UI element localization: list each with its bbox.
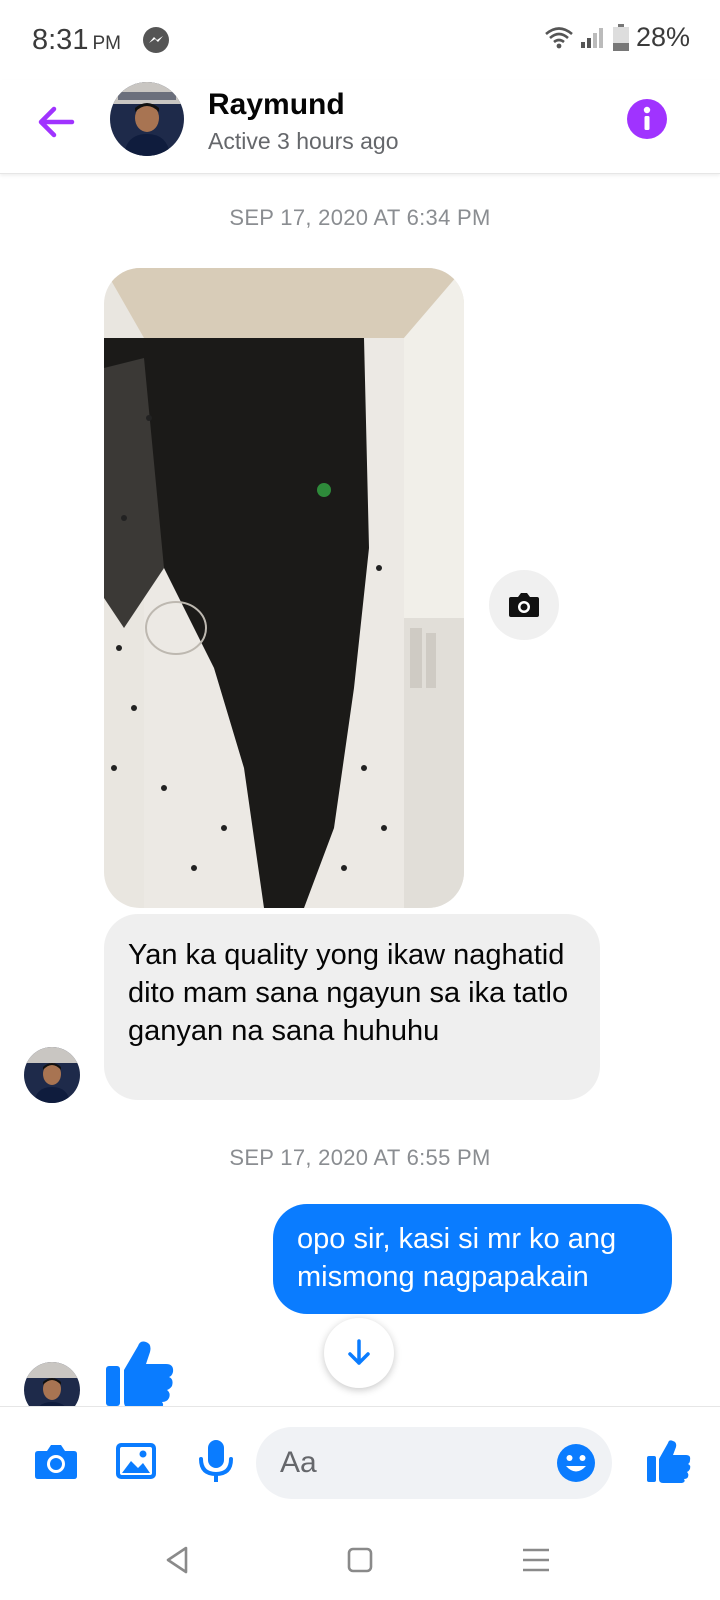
message-composer <box>0 1406 720 1522</box>
battery-icon <box>612 23 629 51</box>
sender-avatar[interactable] <box>24 1047 80 1103</box>
menu-lines-icon[interactable] <box>516 1540 556 1580</box>
contact-name[interactable]: Raymund <box>208 88 345 122</box>
status-time-value: 8:31 <box>32 24 89 56</box>
messenger-icon <box>143 27 169 53</box>
outgoing-message-bubble[interactable]: opo sir, kasi si mr ko ang mismong nagpa… <box>273 1204 672 1314</box>
photo-content <box>104 268 464 908</box>
status-right-group: 28% <box>544 22 690 53</box>
camera-icon <box>509 593 539 617</box>
info-icon[interactable] <box>626 98 668 140</box>
gallery-icon[interactable] <box>112 1437 160 1485</box>
avatar-photo <box>24 1047 80 1103</box>
thumbs-up-icon[interactable] <box>646 1437 692 1483</box>
status-bar: 8:31 PM 28% <box>0 0 720 80</box>
wifi-icon <box>545 26 573 48</box>
back-arrow-icon[interactable] <box>32 98 80 146</box>
timestamp-divider: SEP 17, 2020 AT 6:55 PM <box>229 1145 491 1170</box>
contact-avatar[interactable] <box>110 82 184 156</box>
status-ampm: PM <box>92 33 121 54</box>
signal-icon <box>580 27 603 48</box>
camera-share-button[interactable] <box>489 570 559 640</box>
arrow-down-icon <box>348 1339 370 1365</box>
shared-photo[interactable] <box>104 268 464 908</box>
battery-percent: 28% <box>635 22 690 52</box>
avatar-photo <box>110 82 184 156</box>
camera-icon[interactable] <box>32 1437 80 1485</box>
scroll-to-bottom-button[interactable] <box>324 1318 394 1388</box>
back-triangle-icon[interactable] <box>158 1540 198 1580</box>
conversation-header: Raymund Active 3 hours ago <box>0 80 720 174</box>
contact-active-status: Active 3 hours ago <box>208 128 399 154</box>
microphone-icon[interactable] <box>192 1437 240 1485</box>
home-square-icon[interactable] <box>340 1540 380 1580</box>
emoji-icon[interactable] <box>556 1443 596 1483</box>
incoming-message-bubble[interactable]: Yan ka quality yong ikaw naghatid dito m… <box>104 914 600 1100</box>
timestamp-divider: SEP 17, 2020 AT 6:34 PM <box>229 205 491 230</box>
messenger-conversation-screen: 8:31 PM 28% Raymund Active 3 hours ago S… <box>0 0 720 1600</box>
system-nav-bar <box>0 1522 720 1600</box>
status-time: 8:31 PM <box>32 24 121 57</box>
thumbs-up-sticker-icon[interactable] <box>104 1336 176 1408</box>
